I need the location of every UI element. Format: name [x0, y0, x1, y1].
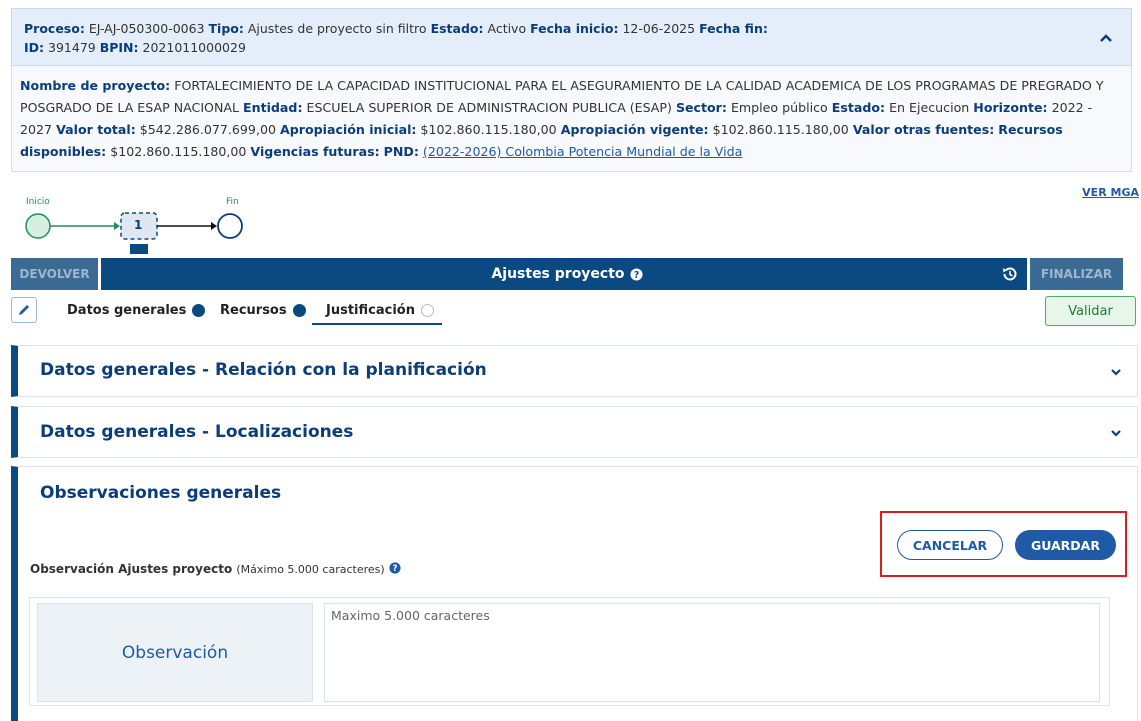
bpin-value: 2021011000029: [142, 40, 246, 55]
pnd-label: PND:: [383, 144, 419, 159]
section-relacion-planificacion[interactable]: Datos generales - Relación con la planif…: [11, 345, 1138, 397]
start-node: [25, 213, 51, 239]
pencil-icon: [19, 305, 29, 315]
vigencias-label: Vigencias futuras:: [250, 144, 380, 159]
valor-otras-label: Valor otras fuentes:: [852, 122, 995, 137]
validar-button[interactable]: Validar: [1045, 296, 1136, 326]
observacion-box: Observación: [29, 597, 1110, 706]
fecha-fin-label: Fecha fin:: [699, 21, 768, 36]
valor-total-value: $542.286.077.699,00: [139, 122, 276, 137]
toolbar-title: Ajustes proyecto ?: [11, 258, 1123, 290]
edit-button[interactable]: [11, 297, 37, 323]
proceso-header: Proceso: EJ-AJ-050300-0063 Tipo: Ajustes…: [11, 8, 1132, 66]
tab-justificacion-label: Justificación: [326, 303, 415, 318]
tipo-label: Tipo:: [208, 21, 244, 36]
section-title: Observaciones generales: [40, 483, 282, 503]
section-title: Datos generales - Relación con la planif…: [40, 360, 487, 380]
section-localizaciones[interactable]: Datos generales - Localizaciones: [11, 406, 1138, 458]
finalizar-button[interactable]: FINALIZAR: [1027, 258, 1123, 290]
project-details: Nombre de proyecto: FORTALECIMIENTO DE L…: [11, 66, 1132, 172]
proyecto-estado-label: Estado:: [831, 100, 886, 115]
tab-recursos-label: Recursos: [220, 303, 287, 318]
section-title: Datos generales - Localizaciones: [40, 422, 354, 442]
tab-justificacion[interactable]: Justificación: [326, 303, 434, 318]
apropiacion-inicial-label: Apropiación inicial:: [279, 122, 417, 137]
estado-value: Activo: [487, 21, 527, 36]
flow-diagram: Inicio Fin 1: [20, 196, 260, 256]
id-value: 391479: [48, 40, 96, 55]
help-icon[interactable]: ?: [389, 562, 401, 574]
history-icon[interactable]: [1001, 265, 1019, 283]
entidad-label: Entidad:: [243, 100, 303, 115]
tab-status-pending-icon: [420, 304, 434, 317]
chevron-down-icon[interactable]: [1109, 426, 1123, 440]
id-label: ID:: [24, 40, 45, 55]
apropiacion-vigente-label: Apropiación vigente:: [560, 122, 709, 137]
apropiacion-vigente-value: $102.860.115.180,00: [712, 122, 849, 137]
pnd-link[interactable]: (2022-2026) Colombia Potencia Mundial de…: [423, 144, 742, 159]
fecha-inicio-value: 12-06-2025: [622, 21, 696, 36]
observacion-label-text: Observación Ajustes proyecto: [30, 562, 233, 576]
horizonte-label: Horizonte:: [973, 100, 1048, 115]
proceso-label: Proceso:: [24, 21, 85, 36]
chevron-down-icon[interactable]: [1109, 365, 1123, 379]
help-icon[interactable]: ?: [630, 267, 643, 281]
svg-text:?: ?: [392, 564, 397, 574]
apropiacion-inicial-value: $102.860.115.180,00: [420, 122, 557, 137]
svg-text:?: ?: [633, 269, 638, 280]
bpin-label: BPIN:: [99, 40, 139, 55]
toolbar-title-text: Ajustes proyecto: [491, 266, 625, 282]
nombre-label: Nombre de proyecto:: [20, 78, 171, 93]
observacion-max-note: (Máximo 5.000 caracteres): [236, 563, 385, 576]
valor-total-label: Valor total:: [56, 122, 136, 137]
save-button[interactable]: GUARDAR: [1015, 530, 1116, 560]
tab-datos-generales[interactable]: Datos generales: [67, 303, 206, 318]
proceso-value: EJ-AJ-050300-0063: [88, 21, 205, 36]
tab-status-done-icon: [192, 304, 206, 317]
ver-mga-link[interactable]: VER MGA: [1082, 186, 1139, 199]
cancel-button[interactable]: CANCELAR: [897, 530, 1003, 560]
tab-recursos[interactable]: Recursos: [220, 303, 306, 318]
chevron-up-icon[interactable]: [1097, 29, 1115, 47]
tab-status-done-icon: [292, 304, 306, 317]
proyecto-estado-value: En Ejecucion: [889, 100, 970, 115]
tipo-value: Ajustes de proyecto sin filtro: [247, 21, 427, 36]
step-number: 1: [134, 218, 143, 232]
recursos-value: $102.860.115.180,00: [110, 144, 247, 159]
active-tab-indicator: [312, 323, 442, 325]
tab-datos-generales-label: Datos generales: [67, 303, 187, 318]
end-node: [217, 213, 243, 239]
fecha-inicio-label: Fecha inicio:: [530, 21, 619, 36]
estado-label: Estado:: [430, 21, 484, 36]
observacion-label: Observación Ajustes proyecto (Máximo 5.0…: [30, 562, 401, 576]
entidad-value: ESCUELA SUPERIOR DE ADMINISTRACION PUBLI…: [306, 100, 672, 115]
devolver-button[interactable]: DEVOLVER: [11, 258, 101, 290]
main-toolbar: Ajustes proyecto ? DEVOLVER FINALIZAR: [11, 258, 1123, 290]
sector-value: Empleo público: [730, 100, 828, 115]
observacion-title: Observación: [37, 603, 313, 702]
sector-label: Sector:: [675, 100, 727, 115]
observacion-textarea[interactable]: [324, 603, 1100, 702]
